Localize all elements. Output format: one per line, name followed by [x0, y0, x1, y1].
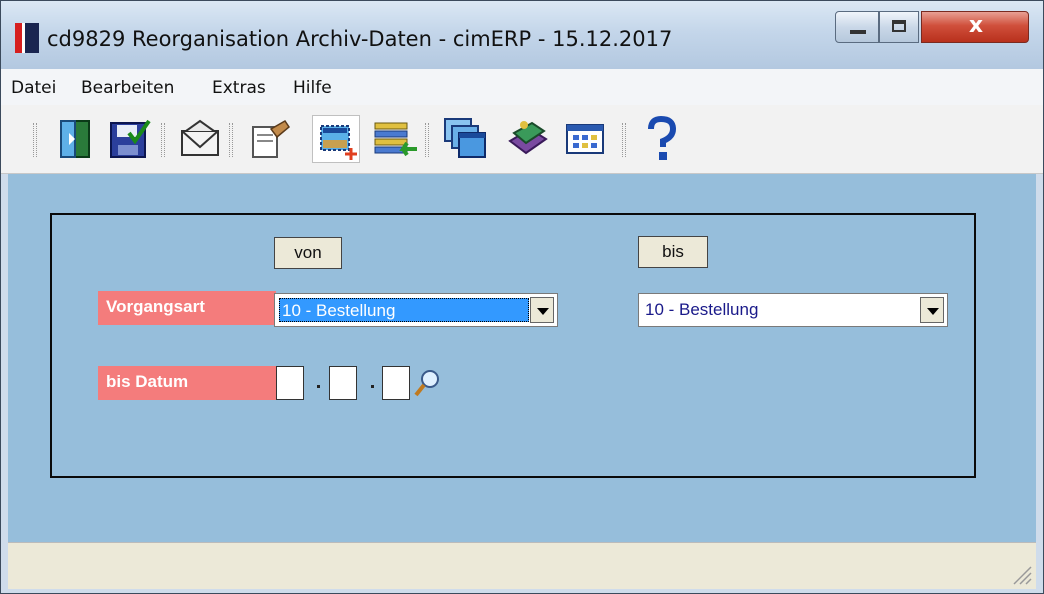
column-header-bis: bis [638, 236, 708, 268]
grid-icon[interactable] [561, 115, 609, 163]
date-year-field[interactable] [382, 366, 410, 400]
minimize-button[interactable] [835, 11, 879, 43]
menu-extras[interactable]: Extras [212, 78, 266, 98]
column-header-von: von [274, 237, 342, 269]
magnifier-search-icon[interactable] [413, 368, 441, 398]
vorgangsart-to-value: 10 - Bestellung [645, 300, 759, 319]
vorgangsart-to-select[interactable]: 10 - Bestellung [638, 293, 948, 327]
date-separator [317, 385, 320, 388]
chevron-down-icon[interactable] [530, 297, 554, 323]
app-window: cd9829 Reorganisation Archiv-Daten - cim… [0, 0, 1044, 594]
window-title: cd9829 Reorganisation Archiv-Daten - cim… [47, 27, 673, 51]
date-separator [371, 385, 374, 388]
vorgangsart-from-value: 10 - Bestellung [279, 298, 529, 322]
filter-panel: von bis Vorgangsart 10 - Bestellung 10 -… [50, 213, 976, 478]
toolbar-separator [622, 123, 626, 157]
vorgangsart-from-select[interactable]: 10 - Bestellung [274, 293, 558, 327]
minimize-icon [850, 30, 866, 34]
bis-datum-label: bis Datum [98, 366, 276, 400]
close-icon: x [968, 13, 984, 38]
client-area: von bis Vorgangsart 10 - Bestellung 10 -… [8, 174, 1036, 542]
chevron-down-icon[interactable] [920, 297, 944, 323]
date-day-field[interactable] [276, 366, 304, 400]
title-bar[interactable]: cd9829 Reorganisation Archiv-Daten - cim… [1, 1, 1043, 69]
app-logo-icon[interactable] [15, 23, 39, 53]
mail-icon[interactable] [176, 115, 224, 163]
toolbar-separator [33, 123, 37, 157]
books-icon[interactable] [504, 115, 552, 163]
new-record-icon[interactable] [312, 115, 360, 163]
exit-door-icon[interactable] [51, 115, 99, 163]
menu-datei[interactable]: Datei [11, 78, 56, 98]
menu-bearbeiten[interactable]: Bearbeiten [81, 78, 174, 98]
date-month-field[interactable] [329, 366, 357, 400]
status-bar [8, 542, 1036, 589]
maximize-button[interactable] [879, 11, 919, 43]
help-icon[interactable] [637, 115, 685, 163]
list-transfer-icon[interactable] [371, 115, 419, 163]
windows-icon[interactable] [441, 115, 489, 163]
edit-hand-icon[interactable] [245, 115, 293, 163]
menu-bar: Datei Bearbeiten Extras Hilfe [1, 69, 1043, 106]
maximize-icon [892, 20, 906, 32]
resize-grip-icon[interactable] [1010, 563, 1032, 585]
toolbar-separator [425, 123, 429, 157]
close-button[interactable]: x [921, 11, 1029, 43]
toolbar [1, 105, 1043, 174]
toolbar-separator [229, 123, 233, 157]
save-icon[interactable] [105, 115, 153, 163]
toolbar-separator [161, 123, 165, 157]
vorgangsart-label: Vorgangsart [98, 291, 276, 325]
menu-hilfe[interactable]: Hilfe [293, 78, 332, 98]
